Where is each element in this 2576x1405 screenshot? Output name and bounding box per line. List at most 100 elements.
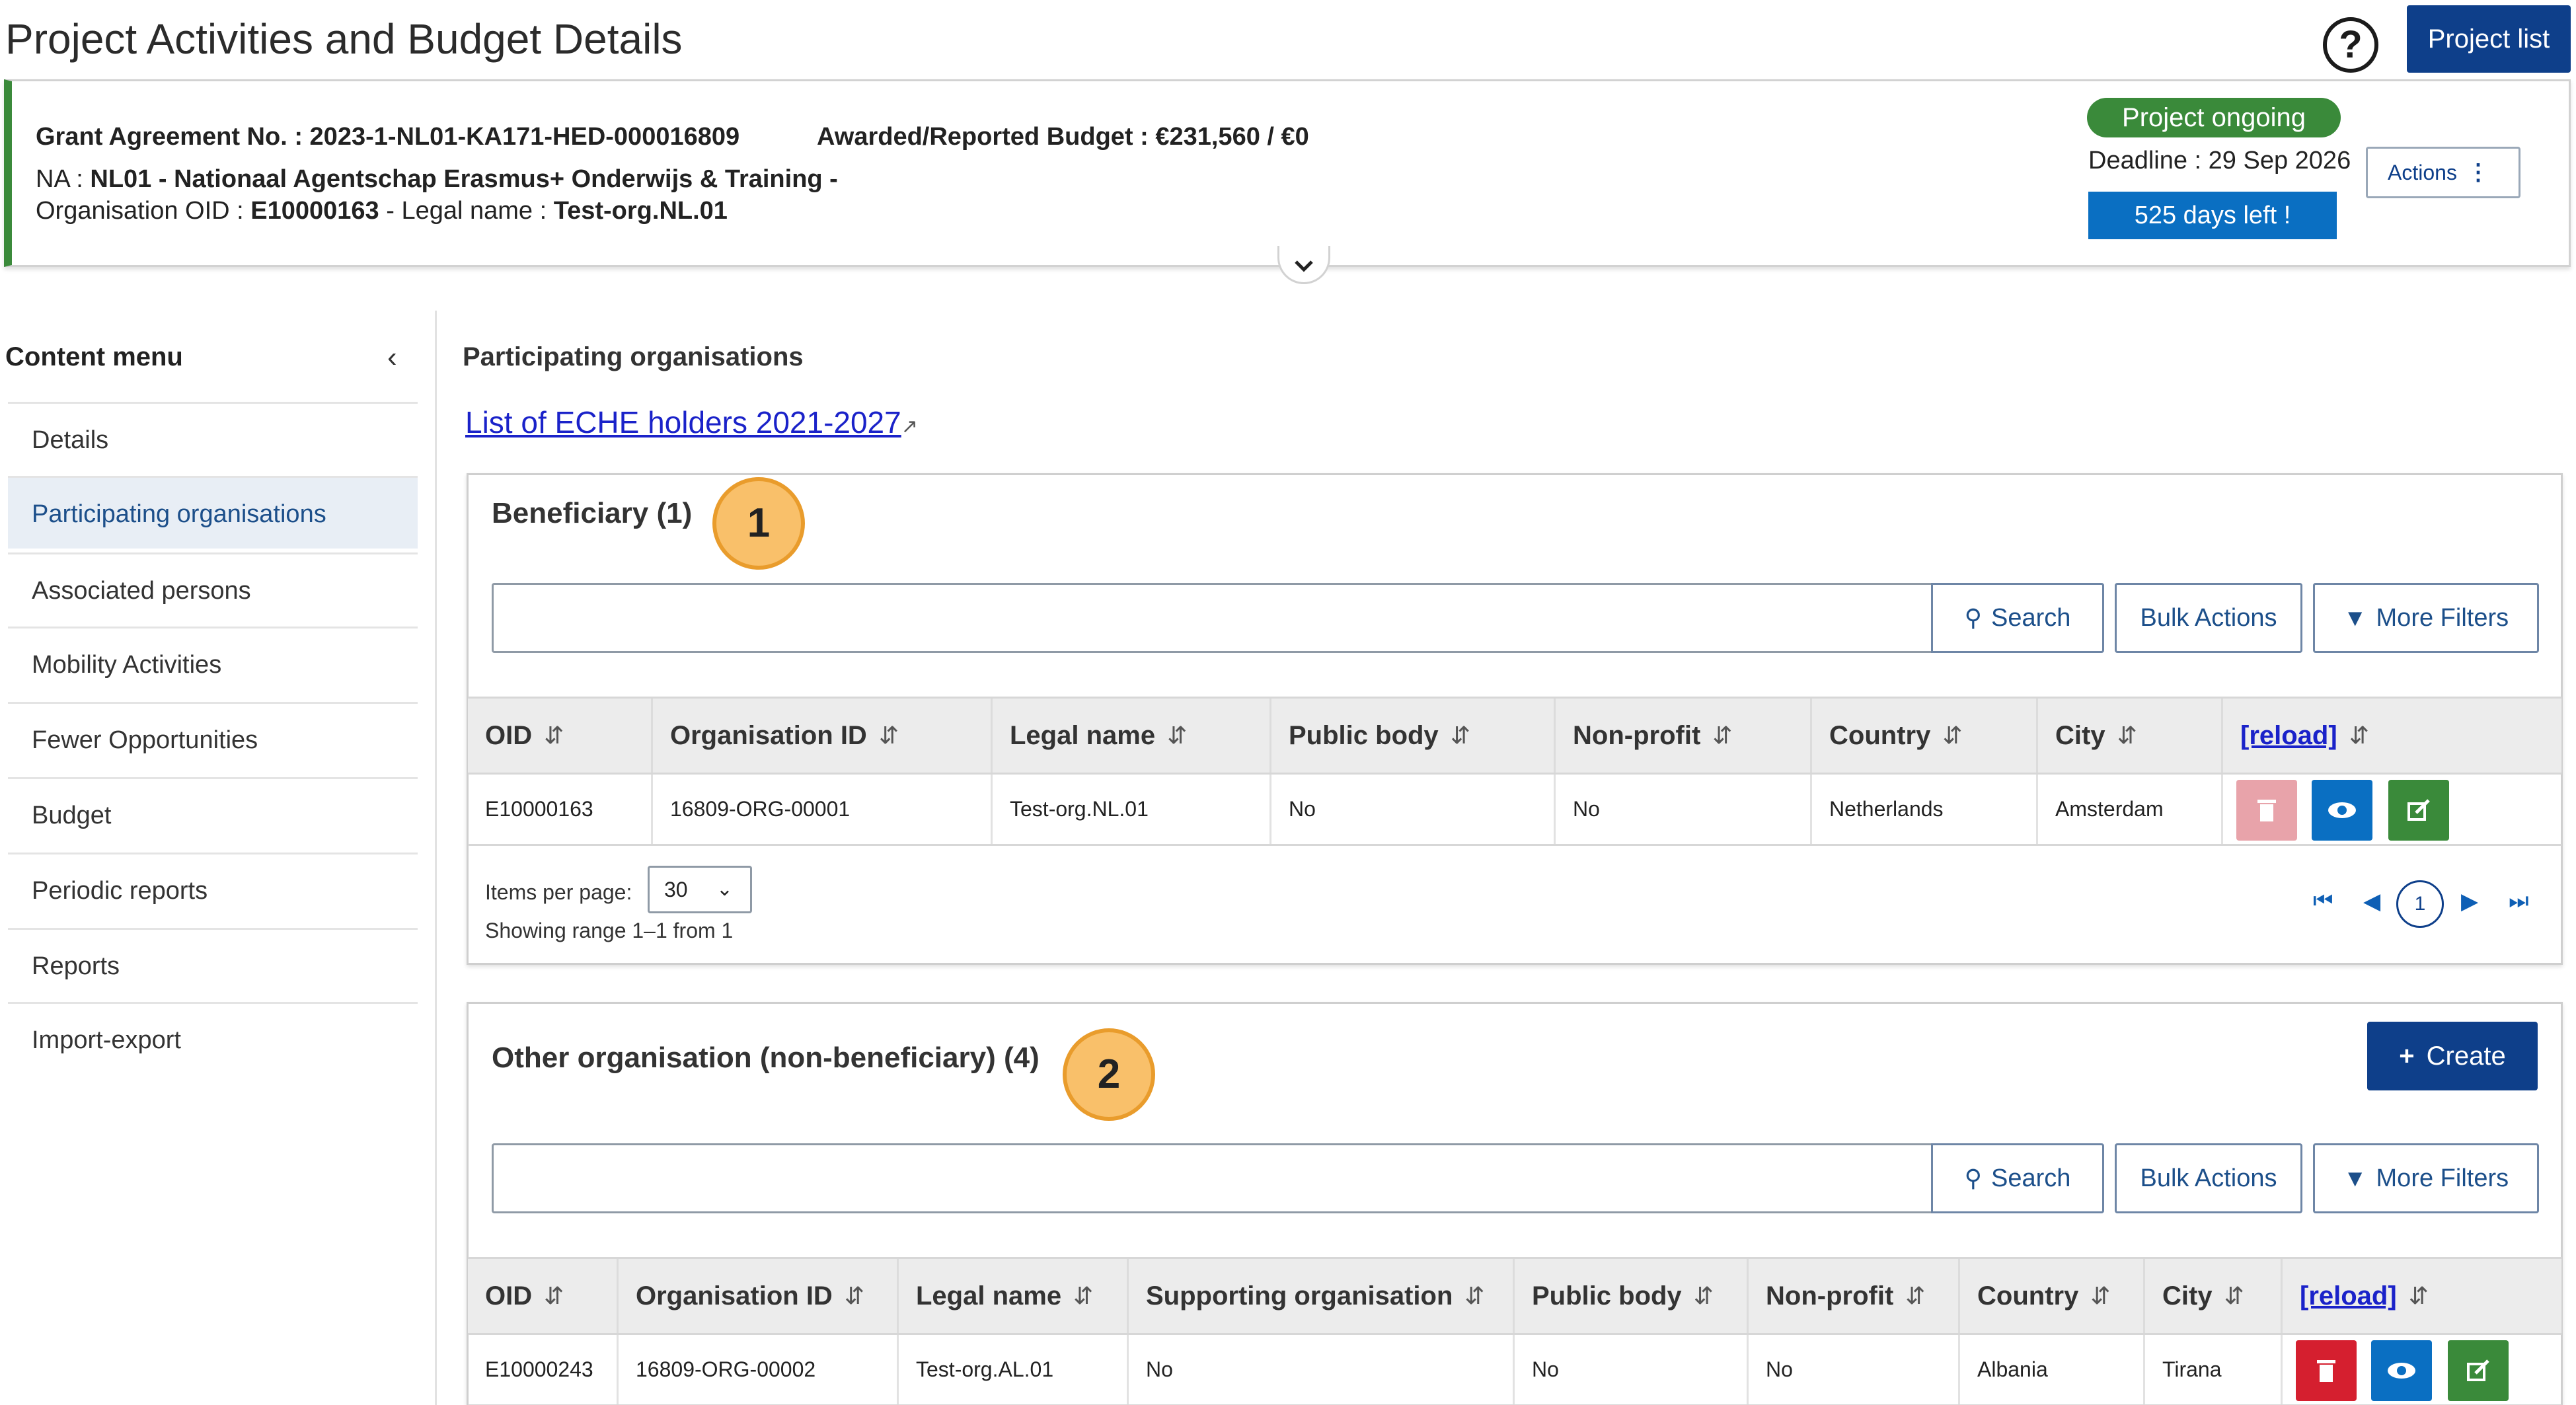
- create-button[interactable]: + Create: [2367, 1022, 2538, 1090]
- edit-button[interactable]: [2388, 780, 2449, 841]
- create-label: Create: [2426, 1042, 2506, 1071]
- column-header-city[interactable]: City ⇵: [2145, 1259, 2283, 1333]
- sidebar-item-details[interactable]: Details: [8, 402, 418, 475]
- step-badge-1: 1: [712, 477, 805, 570]
- eche-holders-link[interactable]: List of ECHE holders 2021-2027↗: [465, 404, 918, 440]
- cell-city: Amsterdam: [2038, 775, 2223, 844]
- beneficiary-search-button[interactable]: ⚲ Search: [1931, 583, 2104, 653]
- sort-icon: ⇵: [1905, 1282, 1926, 1309]
- cell-oid: E10000243: [468, 1335, 619, 1404]
- reload-link: [reload]: [2300, 1281, 2397, 1310]
- sort-icon: ⇵: [1712, 722, 1733, 749]
- help-icon[interactable]: ?: [2323, 17, 2378, 73]
- sidebar-item-import-export[interactable]: Import-export: [8, 1002, 418, 1075]
- oid-label: Organisation OID :: [36, 197, 244, 225]
- column-header-oid[interactable]: OID ⇵: [468, 1259, 619, 1333]
- collapse-sidebar-icon[interactable]: ‹: [387, 341, 397, 374]
- table-row: E10000163 16809-ORG-00001 Test-org.NL.01…: [468, 775, 2561, 846]
- next-page-icon[interactable]: ▶: [2461, 888, 2478, 915]
- oid-value: E10000163: [250, 197, 379, 225]
- sort-icon: ⇵: [1693, 1282, 1714, 1309]
- sidebar-item-mobility-activities[interactable]: Mobility Activities: [8, 627, 418, 699]
- page-number-current[interactable]: 1: [2396, 880, 2444, 928]
- search-icon: ⚲: [1964, 1164, 1982, 1192]
- project-list-button[interactable]: Project list: [2407, 5, 2571, 73]
- cell-non-profit: No: [1749, 1335, 1960, 1404]
- trash-icon: [2317, 1360, 2335, 1382]
- cell-country: Netherlands: [1812, 775, 2038, 844]
- reload-link: [reload]: [2240, 720, 2337, 750]
- section-title: Participating organisations: [463, 342, 804, 371]
- na-label: NA :: [36, 165, 83, 193]
- sidebar-item-budget[interactable]: Budget: [8, 777, 418, 850]
- days-left-badge: 525 days left !: [2088, 192, 2337, 239]
- cell-legal-name: Test-org.NL.01: [993, 775, 1271, 844]
- sidebar-item-fewer-opportunities[interactable]: Fewer Opportunities: [8, 702, 418, 775]
- cell-non-profit: No: [1556, 775, 1812, 844]
- column-header-organisation-id[interactable]: Organisation ID ⇵: [653, 699, 993, 773]
- other-search-button[interactable]: ⚲ Search: [1931, 1143, 2104, 1213]
- column-header-organisation-id[interactable]: Organisation ID ⇵: [619, 1259, 899, 1333]
- sort-icon: ⇵: [2349, 722, 2369, 749]
- view-button[interactable]: [2371, 1340, 2432, 1401]
- items-per-page-select[interactable]: 30 ⌄: [648, 866, 752, 913]
- grant-agreement: Grant Agreement No. : 2023-1-NL01-KA171-…: [36, 123, 739, 151]
- column-header-non-profit[interactable]: Non-profit ⇵: [1556, 699, 1812, 773]
- column-header-reload[interactable]: [reload] ⇵: [2283, 1259, 2561, 1333]
- sidebar-item-reports[interactable]: Reports: [8, 928, 418, 1001]
- column-header-country[interactable]: Country ⇵: [1960, 1259, 2145, 1333]
- cell-public-body: No: [1271, 775, 1556, 844]
- cell-country: Albania: [1960, 1335, 2145, 1404]
- delete-button[interactable]: [2236, 780, 2297, 841]
- other-more-filters-button[interactable]: ▼ More Filters: [2313, 1143, 2539, 1213]
- actions-button[interactable]: Actions ⋮: [2366, 147, 2520, 198]
- column-header-supporting-organisation[interactable]: Supporting organisation ⇵: [1129, 1259, 1515, 1333]
- column-header-public-body[interactable]: Public body ⇵: [1271, 699, 1556, 773]
- column-header-country[interactable]: Country ⇵: [1812, 699, 2038, 773]
- sort-icon: ⇵: [1073, 1282, 1094, 1309]
- trash-icon: [2257, 800, 2276, 821]
- sort-icon: ⇵: [544, 722, 564, 749]
- beneficiary-search-input[interactable]: [492, 583, 1934, 653]
- column-header-reload[interactable]: [reload] ⇵: [2223, 699, 2561, 773]
- search-label: Search: [1990, 1164, 2071, 1192]
- deadline-text: Deadline : 29 Sep 2026: [2088, 147, 2351, 174]
- other-search-input[interactable]: [492, 1143, 1934, 1213]
- first-page-icon[interactable]: ⏮: [2313, 888, 2333, 914]
- beneficiary-table-header: OID ⇵ Organisation ID ⇵ Legal name ⇵ Public…: [468, 697, 2561, 775]
- delete-button[interactable]: [2296, 1340, 2357, 1401]
- edit-icon: [2407, 799, 2430, 821]
- sort-icon: ⇵: [544, 1282, 564, 1309]
- other-bulk-actions-button[interactable]: Bulk Actions: [2115, 1143, 2302, 1213]
- sidebar-item-associated-persons[interactable]: Associated persons: [8, 552, 418, 625]
- sidebar-item-periodic-reports[interactable]: Periodic reports: [8, 853, 418, 925]
- sort-icon: ⇵: [2408, 1282, 2429, 1309]
- beneficiary-more-filters-button[interactable]: ▼ More Filters: [2313, 583, 2539, 653]
- view-button[interactable]: [2312, 780, 2372, 841]
- column-header-city[interactable]: City ⇵: [2038, 699, 2223, 773]
- eche-holders-link-text: List of ECHE holders 2021-2027: [465, 405, 901, 439]
- beneficiary-bulk-actions-button[interactable]: Bulk Actions: [2115, 583, 2302, 653]
- grant-agreement-value: 2023-1-NL01-KA171-HED-000016809: [309, 123, 740, 151]
- table-row: E10000243 16809-ORG-00002 Test-org.AL.01…: [468, 1335, 2561, 1405]
- other-table-header: OID ⇵ Organisation ID ⇵ Legal name ⇵ Suppor…: [468, 1257, 2561, 1335]
- column-header-public-body[interactable]: Public body ⇵: [1515, 1259, 1749, 1333]
- sidebar-item-participating-organisations[interactable]: Participating organisations: [8, 476, 418, 549]
- page-title: Project Activities and Budget Details: [5, 15, 683, 63]
- edit-button[interactable]: [2448, 1340, 2509, 1401]
- expand-header-button[interactable]: [1277, 246, 1330, 284]
- previous-page-icon[interactable]: ◀: [2363, 888, 2380, 915]
- column-header-legal-name[interactable]: Legal name ⇵: [899, 1259, 1129, 1333]
- column-header-oid[interactable]: OID ⇵: [468, 699, 653, 773]
- column-header-non-profit[interactable]: Non-profit ⇵: [1749, 1259, 1960, 1333]
- last-page-icon[interactable]: ⏭: [2509, 888, 2529, 914]
- search-label: Search: [1990, 604, 2071, 632]
- budget-summary: Awarded/Reported Budget : €231,560 / €0: [817, 123, 1309, 151]
- na-value: NL01 - Nationaal Agentschap Erasmus+ Ond…: [90, 165, 838, 193]
- budget-label: Awarded/Reported Budget :: [817, 123, 1149, 151]
- eye-icon: [2328, 802, 2356, 818]
- column-header-legal-name[interactable]: Legal name ⇵: [993, 699, 1271, 773]
- step-badge-2: 2: [1063, 1028, 1155, 1121]
- sort-icon: ⇵: [2090, 1282, 2111, 1309]
- eye-icon: [2388, 1363, 2415, 1379]
